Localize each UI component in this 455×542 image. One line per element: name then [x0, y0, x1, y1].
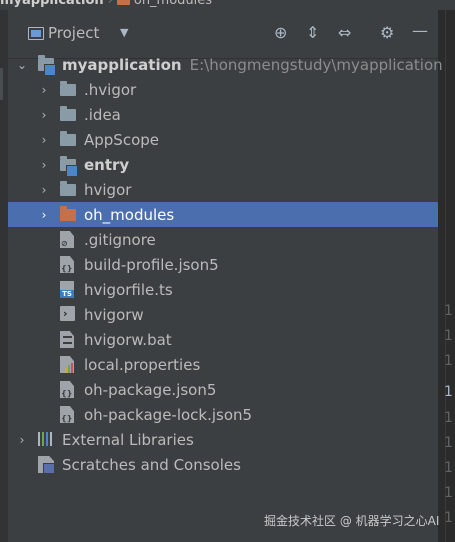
tree-item-label: oh-package-lock.json5 [84, 405, 253, 424]
tree-item[interactable]: › hvigor [8, 177, 438, 202]
tree-item-label: .gitignore [84, 230, 156, 249]
chevron-down-icon[interactable]: ⌄ [16, 58, 28, 72]
json-file-icon: {} [60, 381, 74, 398]
json-file-icon: {} [60, 406, 74, 423]
folder-icon [116, 0, 130, 5]
tree-item[interactable]: › AppScope [8, 127, 438, 152]
tree-item[interactable]: local.properties [8, 352, 438, 377]
line-number: 1 [444, 353, 453, 369]
chevron-down-icon[interactable]: ▼ [120, 26, 128, 39]
library-icon [38, 432, 56, 446]
folder-icon [60, 181, 76, 196]
tree-item-label: hvigor [84, 180, 132, 199]
json-file-icon: {} [60, 256, 74, 273]
tool-window-strip [0, 10, 8, 542]
breadcrumb-current[interactable]: oh_modules [134, 0, 212, 8]
breadcrumb-separator: › [107, 0, 113, 8]
tree-item-label: .hvigor [84, 80, 137, 99]
line-number: 1 [444, 485, 453, 501]
root-name: myapplication [62, 55, 182, 74]
tree-item-label: entry [84, 155, 130, 174]
tree-root[interactable]: ⌄ myapplication E:\hongmengstudy\myapplic… [8, 52, 443, 77]
tree-item-label: hvigorfile.ts [84, 280, 173, 299]
tree-item[interactable]: {} oh-package.json5 [8, 377, 438, 402]
ignore-file-icon: ⊘ [60, 231, 74, 248]
chevron-right-icon[interactable]: › [16, 433, 28, 447]
line-number: 1 [444, 384, 453, 400]
line-number: 1 [444, 328, 453, 344]
tree-item[interactable]: › .idea [8, 102, 438, 127]
tree-item-label: oh-package.json5 [84, 380, 217, 399]
breadcrumb-project[interactable]: myapplication [0, 0, 104, 8]
chevron-right-icon[interactable]: › [38, 183, 50, 197]
root-path: E:\hongmengstudy\myapplication [189, 55, 443, 74]
tree-item[interactable]: ⊘ .gitignore [8, 227, 438, 252]
module-folder-icon [60, 156, 78, 177]
tree-item-label: oh_modules [84, 205, 175, 224]
excluded-folder-icon [60, 206, 76, 221]
chevron-right-icon[interactable]: › [38, 133, 50, 147]
typescript-file-icon: TS [60, 281, 74, 298]
project-tool-button[interactable] [0, 68, 3, 100]
scratches-node[interactable]: Scratches and Consoles [8, 452, 438, 477]
tree-item-selected[interactable]: › oh_modules [8, 202, 438, 227]
line-number: 1 [444, 460, 453, 476]
expand-all-icon[interactable]: ⇕ [306, 23, 319, 42]
tree-item-label: hvigorw.bat [84, 330, 172, 349]
watermark: 掘金技术社区 @ 机器学习之心AI [264, 514, 440, 528]
text-file-icon [60, 331, 74, 348]
scratches-icon [38, 456, 54, 473]
tree-item[interactable]: › entry [8, 152, 438, 177]
external-libraries-label: External Libraries [62, 430, 194, 449]
folder-icon [60, 131, 76, 146]
locate-icon[interactable]: ⊕ [274, 23, 287, 42]
collapse-all-icon[interactable]: ⇔ [338, 23, 351, 42]
tree-item-label: build-profile.json5 [84, 255, 219, 274]
folder-icon [60, 106, 76, 121]
minimize-icon[interactable]: — [412, 21, 428, 40]
chevron-right-icon[interactable]: › [38, 208, 50, 222]
tree-item[interactable]: {} build-profile.json5 [8, 252, 438, 277]
properties-file-icon [60, 356, 74, 373]
tree-item-label: hvigorw [84, 305, 144, 324]
breadcrumb: myapplication › oh_modules [0, 0, 212, 8]
project-view-title[interactable]: Project [48, 24, 99, 42]
tree-item[interactable]: {} oh-package-lock.json5 [8, 402, 438, 427]
module-folder-icon [38, 55, 56, 76]
tree-item[interactable]: hvigorw.bat [8, 327, 438, 352]
chevron-right-icon[interactable]: › [38, 108, 50, 122]
gear-icon[interactable]: ⚙ [380, 23, 394, 42]
chevron-right-icon[interactable]: › [38, 158, 50, 172]
line-number: 1 [444, 303, 453, 319]
tree-item-label: AppScope [84, 130, 159, 149]
project-view-icon [28, 27, 44, 40]
external-libraries-node[interactable]: › External Libraries [8, 427, 438, 452]
tree-item[interactable]: TS hvigorfile.ts [8, 277, 438, 302]
chevron-right-icon[interactable]: › [38, 83, 50, 97]
tree-item-label: local.properties [84, 355, 201, 374]
shell-script-icon: › [60, 306, 75, 321]
navigation-bar: myapplication › oh_modules [0, 0, 455, 10]
line-number: 1 [444, 410, 453, 426]
folder-icon [60, 81, 76, 96]
tree-item-label: .idea [84, 105, 121, 124]
tree-item[interactable]: › .hvigor [8, 77, 438, 102]
line-number: 1 [444, 510, 453, 526]
line-number: 1 [444, 435, 453, 451]
tree-item[interactable]: › hvigorw [8, 302, 438, 327]
scratches-label: Scratches and Consoles [62, 455, 241, 474]
